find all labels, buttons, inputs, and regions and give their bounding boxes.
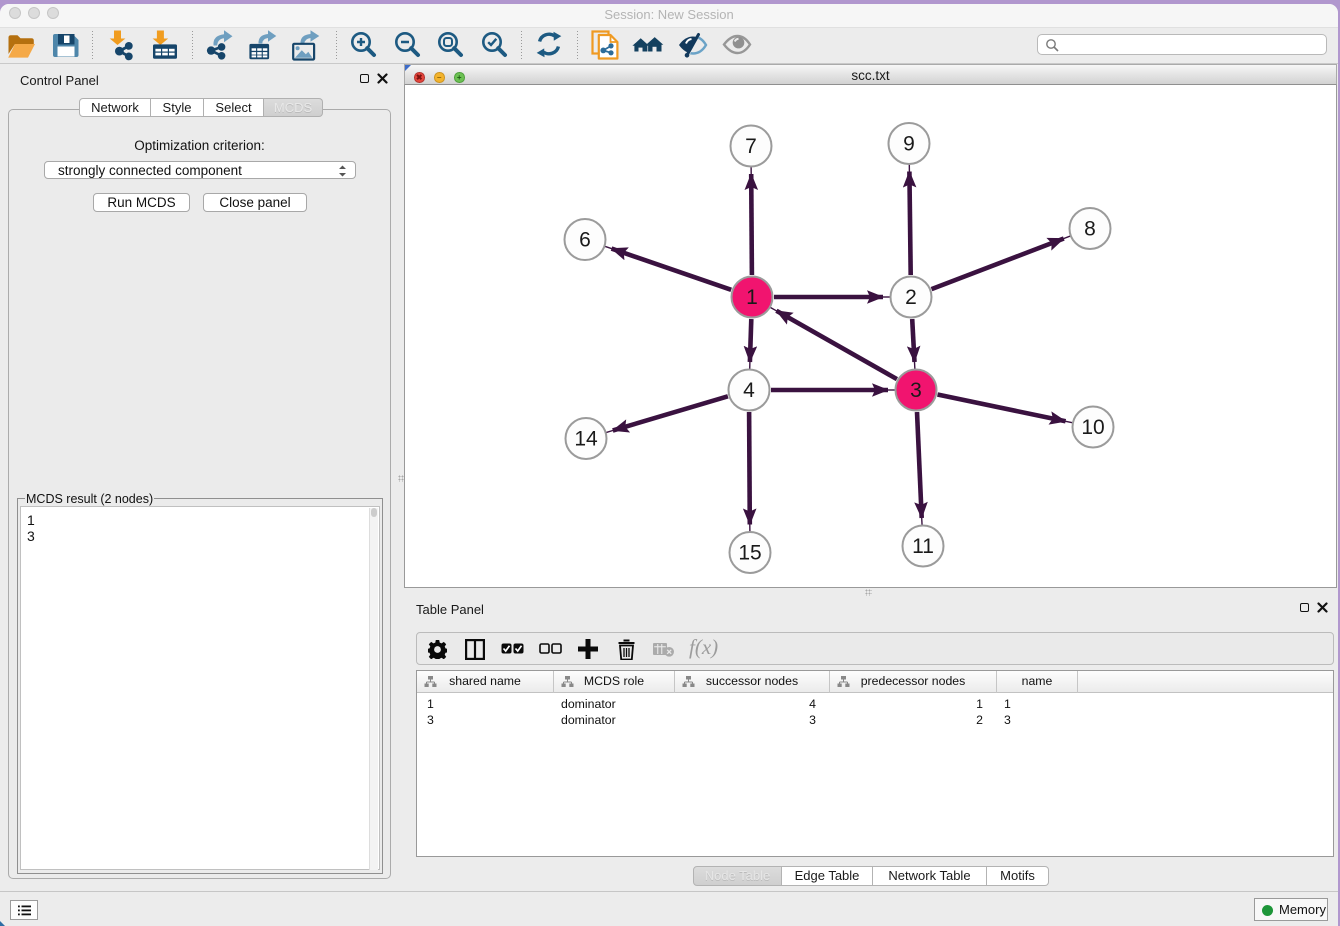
svg-text:9: 9 <box>903 133 915 156</box>
svg-text:7: 7 <box>745 135 757 158</box>
svg-text:4: 4 <box>743 379 755 402</box>
svg-text:11: 11 <box>912 535 934 558</box>
svg-text:2: 2 <box>905 286 917 309</box>
svg-text:15: 15 <box>738 542 761 565</box>
svg-text:3: 3 <box>910 379 922 402</box>
svg-text:8: 8 <box>1084 218 1096 241</box>
svg-text:1: 1 <box>746 286 758 309</box>
svg-text:14: 14 <box>574 428 598 451</box>
svg-text:6: 6 <box>579 229 591 252</box>
svg-text:10: 10 <box>1081 416 1104 439</box>
